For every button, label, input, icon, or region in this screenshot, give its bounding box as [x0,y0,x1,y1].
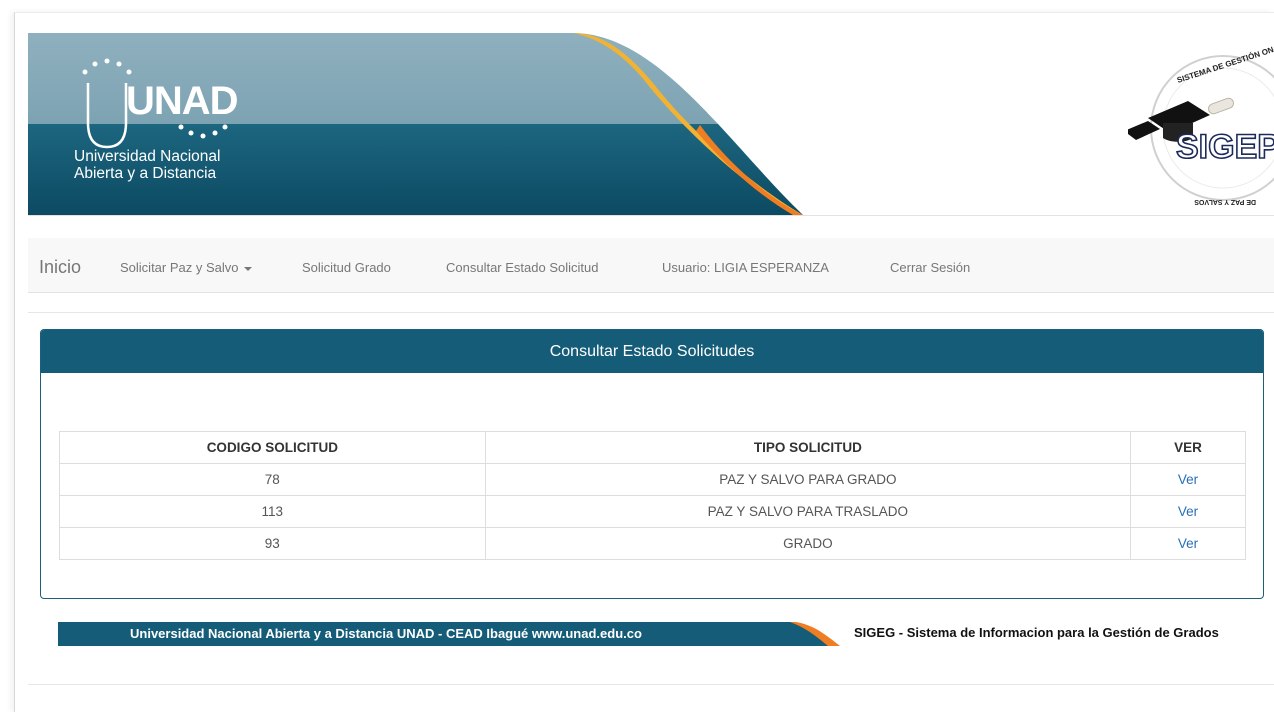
header-banner: UNAD Universidad Nacional Abierta y a Di… [28,33,1274,217]
column-header-ver: VER [1130,431,1246,464]
logo-line-2: Abierta y a Distancia [74,165,217,182]
divider [28,312,1274,313]
divider [28,684,1274,685]
nav-solicitud-grado-link[interactable]: Solicitud Grado [302,260,391,275]
nav-solicitar-paz-y-salvo-dropdown[interactable]: Solicitar Paz y Salvo [120,260,252,275]
cell-tipo: PAZ Y SALVO PARA TRASLADO [484,495,1132,528]
requests-table: CODIGO SOLICITUD TIPO SOLICITUD VER 78 P… [59,431,1246,560]
cell-codigo: 78 [59,463,486,496]
column-header-tipo: TIPO SOLICITUD [484,431,1132,464]
footer-bar: Universidad Nacional Abierta y a Distanc… [58,621,1274,647]
seal-bottom-text: DE PAZ Y SALVOS [1194,198,1256,205]
cell-tipo: PAZ Y SALVO PARA GRADO [484,463,1132,496]
nav-logout-link[interactable]: Cerrar Sesión [890,260,970,275]
nav-consultar-estado-link[interactable]: Consultar Estado Solicitud [446,260,598,275]
panel-title: Consultar Estado Solicitudes [41,330,1263,373]
ver-link[interactable]: Ver [1178,504,1198,519]
seal-main-text: SIGEP [1176,128,1274,166]
caret-down-icon [243,266,252,271]
navbar: Inicio Solicitar Paz y Salvo Solicitud G… [28,238,1274,293]
table-row: 93 GRADO Ver [59,527,1246,560]
table-row: 113 PAZ Y SALVO PARA TRASLADO Ver [59,495,1246,528]
logo-university-name: Universidad Nacional Abierta y a Distanc… [74,148,220,182]
table-row: 78 PAZ Y SALVO PARA GRADO Ver [59,463,1246,496]
nav-user-name[interactable]: Usuario: LIGIA ESPERANZA [662,260,829,275]
ver-link[interactable]: Ver [1178,536,1198,551]
column-header-codigo: CODIGO SOLICITUD [59,431,486,464]
footer-system-text: SIGEG - Sistema de Informacion para la G… [854,625,1219,640]
logo-wordmark: UNAD [126,79,239,123]
requests-panel: Consultar Estado Solicitudes CODIGO SOLI… [40,329,1264,599]
table-header-row: CODIGO SOLICITUD TIPO SOLICITUD VER [59,431,1246,464]
cell-ver: Ver [1130,463,1246,496]
cell-ver: Ver [1130,495,1246,528]
cell-codigo: 113 [59,495,486,528]
nav-item-label: Solicitar Paz y Salvo [120,260,239,275]
banner-graphic [28,33,1274,216]
cell-tipo: GRADO [484,527,1132,560]
ver-link[interactable]: Ver [1178,472,1198,487]
cell-codigo: 93 [59,527,486,560]
logo-line-1: Universidad Nacional [74,148,221,165]
nav-home-link[interactable]: Inicio [39,257,81,278]
sigep-seal-logo: SISTEMA DE GESTIÓN ON-LINE DE PAZ Y SALV… [1128,43,1274,213]
footer-university-text: Universidad Nacional Abierta y a Distanc… [130,626,642,641]
cell-ver: Ver [1130,527,1246,560]
